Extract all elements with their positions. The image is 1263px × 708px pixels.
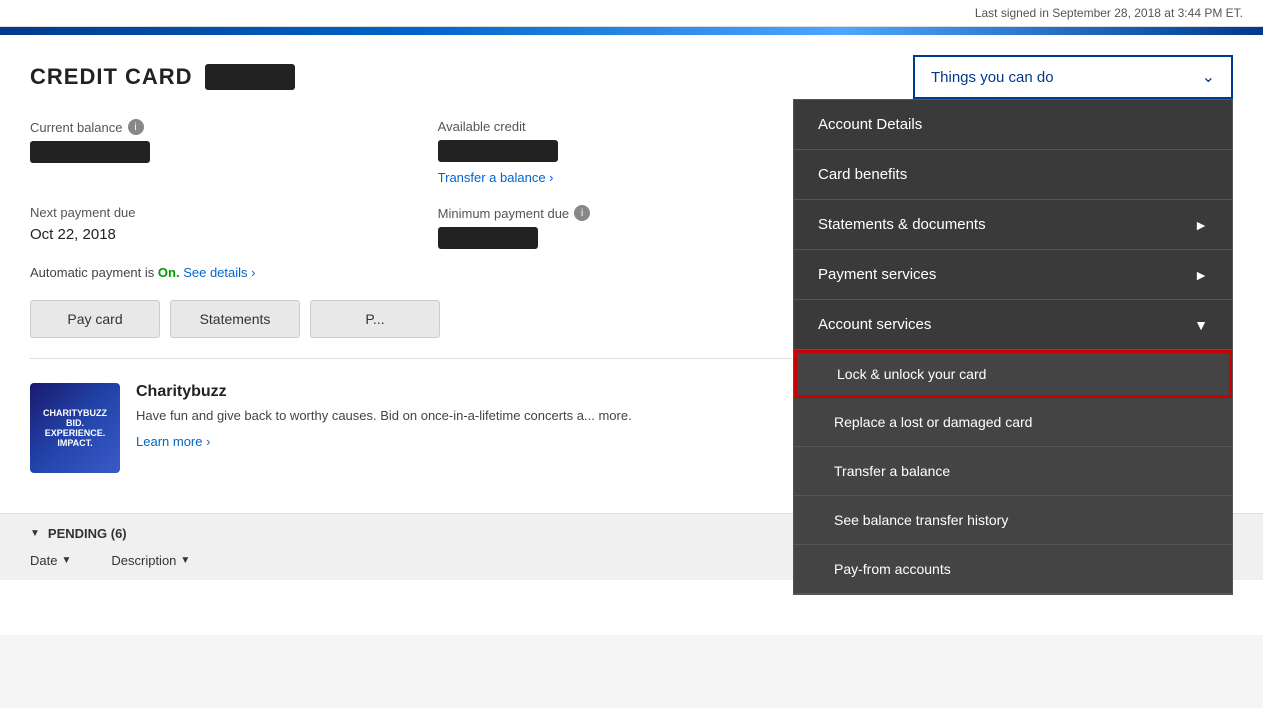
current-balance-value bbox=[30, 141, 150, 163]
learn-more-link[interactable]: Learn more › bbox=[136, 434, 210, 449]
card-number-redacted bbox=[205, 64, 295, 90]
last-signed-in: Last signed in September 28, 2018 at 3:4… bbox=[975, 6, 1243, 20]
dropdown-item-replace-card[interactable]: Replace a lost or damaged card bbox=[794, 398, 1232, 447]
dropdown-label-lock-unlock: Lock & unlock your card bbox=[837, 366, 986, 382]
autopay-status: On. bbox=[158, 265, 180, 280]
dropdown-label-account-services: Account services bbox=[818, 316, 931, 333]
minimum-payment-value bbox=[438, 227, 538, 249]
dropdown-item-account-details[interactable]: Account Details bbox=[794, 100, 1232, 150]
transfer-balance-link[interactable]: Transfer a balance › bbox=[438, 170, 826, 185]
date-column-header[interactable]: Date ▼ bbox=[30, 553, 71, 568]
available-credit-value bbox=[438, 140, 558, 162]
dropdown-label-payment-services: Payment services bbox=[818, 266, 936, 283]
things-dropdown-container: Things you can do ⌄ Account Details Card… bbox=[913, 55, 1233, 99]
pending-triangle-icon: ▼ bbox=[30, 528, 40, 539]
charitybuzz-description: Have fun and give back to worthy causes.… bbox=[136, 407, 632, 425]
things-dropdown-label: Things you can do bbox=[931, 69, 1054, 86]
sort-arrow-icon: ▼ bbox=[61, 555, 71, 566]
dropdown-label-pay-from-accounts: Pay-from accounts bbox=[834, 561, 951, 577]
arrow-down-icon: ▼ bbox=[1194, 317, 1208, 333]
description-column-header[interactable]: Description ▼ bbox=[111, 553, 190, 568]
top-bar: Last signed in September 28, 2018 at 3:4… bbox=[0, 0, 1263, 27]
minimum-payment-info-icon[interactable]: i bbox=[574, 205, 590, 221]
statements-button[interactable]: Statements bbox=[170, 300, 300, 338]
see-details-link[interactable]: See details › bbox=[183, 265, 255, 280]
dropdown-item-see-balance-history[interactable]: See balance transfer history bbox=[794, 496, 1232, 545]
blue-accent-bar bbox=[0, 27, 1263, 35]
things-dropdown-button[interactable]: Things you can do ⌄ bbox=[913, 55, 1233, 99]
dropdown-label-card-benefits: Card benefits bbox=[818, 166, 907, 183]
sort-arrow-icon: ▼ bbox=[180, 555, 190, 566]
next-payment-section: Next payment due Oct 22, 2018 bbox=[30, 205, 418, 249]
dropdown-item-payment-services[interactable]: Payment services ► bbox=[794, 250, 1232, 300]
dropdown-label-replace-card: Replace a lost or damaged card bbox=[834, 414, 1032, 430]
charitybuzz-title: Charitybuzz bbox=[136, 383, 632, 401]
dropdown-menu: Account Details Card benefits Statements… bbox=[793, 99, 1233, 595]
current-balance-label: Current balance i bbox=[30, 119, 418, 135]
available-credit-section: Available credit Transfer a balance › bbox=[438, 119, 826, 185]
dropdown-label-transfer-balance: Transfer a balance bbox=[834, 463, 950, 479]
dropdown-item-transfer-balance[interactable]: Transfer a balance bbox=[794, 447, 1232, 496]
credit-card-header: CREDIT CARD Things you can do ⌄ Account … bbox=[30, 55, 1233, 99]
dropdown-label-statements-docs: Statements & documents bbox=[818, 216, 986, 233]
charitybuzz-logo: CHARITYBUZZ BID. EXPERIENCE. IMPACT. bbox=[30, 383, 120, 473]
next-payment-date: Oct 22, 2018 bbox=[30, 226, 418, 243]
minimum-payment-label: Minimum payment due i bbox=[438, 205, 826, 221]
current-balance-section: Current balance i bbox=[30, 119, 418, 185]
page-title: CREDIT CARD bbox=[30, 64, 193, 90]
dropdown-item-lock-unlock[interactable]: Lock & unlock your card bbox=[794, 350, 1232, 398]
main-content: CREDIT CARD Things you can do ⌄ Account … bbox=[0, 35, 1263, 635]
credit-card-title: CREDIT CARD bbox=[30, 64, 295, 90]
chevron-down-icon: ⌄ bbox=[1202, 67, 1215, 87]
next-payment-label: Next payment due bbox=[30, 205, 418, 220]
current-balance-info-icon[interactable]: i bbox=[128, 119, 144, 135]
dropdown-item-card-benefits[interactable]: Card benefits bbox=[794, 150, 1232, 200]
arrow-right-icon: ► bbox=[1194, 267, 1208, 283]
dropdown-item-pay-from-accounts[interactable]: Pay-from accounts bbox=[794, 545, 1232, 594]
minimum-payment-section: Minimum payment due i bbox=[438, 205, 826, 249]
charitybuzz-content: Charitybuzz Have fun and give back to wo… bbox=[136, 383, 632, 473]
arrow-right-icon: ► bbox=[1194, 217, 1208, 233]
dropdown-item-account-services[interactable]: Account services ▼ bbox=[794, 300, 1232, 350]
dropdown-item-statements-docs[interactable]: Statements & documents ► bbox=[794, 200, 1232, 250]
more-button[interactable]: P... bbox=[310, 300, 440, 338]
dropdown-label-account-details: Account Details bbox=[818, 116, 922, 133]
pending-label: PENDING (6) bbox=[48, 526, 127, 541]
pay-card-button[interactable]: Pay card bbox=[30, 300, 160, 338]
dropdown-label-see-balance-history: See balance transfer history bbox=[834, 512, 1008, 528]
available-credit-label: Available credit bbox=[438, 119, 826, 134]
